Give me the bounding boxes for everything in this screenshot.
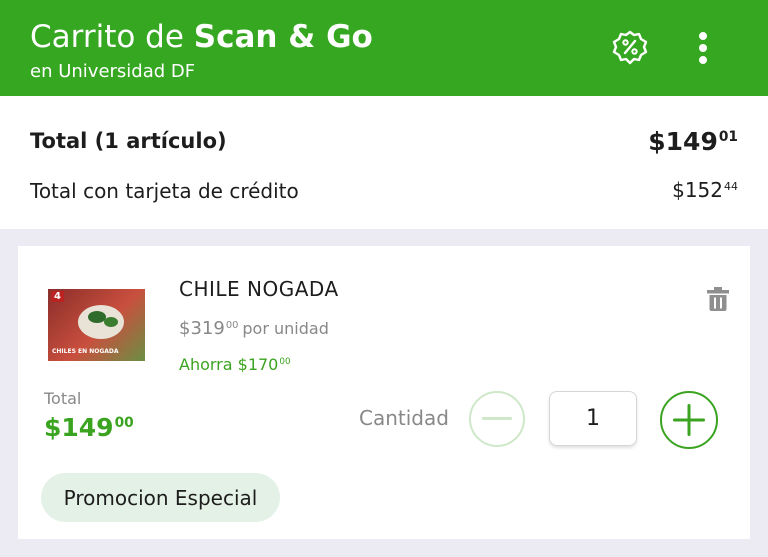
credit-total-label: Total con tarjeta de crédito bbox=[30, 179, 299, 203]
item-total-cents: 00 bbox=[114, 415, 134, 432]
credit-cents: 44 bbox=[724, 179, 738, 193]
unit-price: $31900 por unidad bbox=[179, 318, 329, 339]
total-label: Total (1 artículo) bbox=[30, 129, 227, 153]
total-amount: $149 bbox=[648, 127, 718, 156]
total-value: $14901 bbox=[648, 127, 738, 156]
item-total-value: $14900 bbox=[44, 413, 134, 442]
savings-text: Ahorra $17000 bbox=[179, 355, 291, 374]
price-amount: $319 bbox=[179, 318, 225, 339]
price-cents: 00 bbox=[225, 319, 239, 331]
item-total-amount: $149 bbox=[44, 413, 114, 442]
image-caption: CHILES EN NOGADA bbox=[52, 348, 119, 355]
credit-total-value: $15244 bbox=[672, 178, 738, 202]
decrease-quantity-button[interactable] bbox=[469, 391, 525, 447]
promotion-tag: Promocion Especial bbox=[41, 473, 280, 522]
app-header: Carrito de Scan & Go en Universidad DF bbox=[0, 0, 768, 96]
product-name: CHILE NOGADA bbox=[179, 277, 339, 301]
image-badge: 4 bbox=[51, 291, 64, 302]
quantity-label: Cantidad bbox=[359, 406, 449, 430]
pepper-shape bbox=[104, 317, 118, 327]
trash-icon[interactable] bbox=[706, 286, 730, 312]
increase-quantity-button[interactable] bbox=[660, 391, 718, 449]
savings-cents: 00 bbox=[279, 357, 291, 368]
more-vertical-icon[interactable] bbox=[683, 28, 723, 68]
scan-and-go-cart-screen: Carrito de Scan & Go en Universidad DF T… bbox=[0, 0, 768, 557]
title-plain: Carrito de bbox=[30, 19, 194, 55]
savings-amount: Ahorra $170 bbox=[179, 355, 279, 374]
credit-amount: $152 bbox=[672, 178, 723, 202]
store-subtitle: en Universidad DF bbox=[30, 61, 196, 82]
plus-icon bbox=[673, 404, 705, 436]
total-cents: 01 bbox=[718, 129, 738, 146]
item-total-label: Total bbox=[44, 389, 82, 408]
totals-panel: Total (1 artículo) $14901 Total con tarj… bbox=[0, 96, 768, 229]
title-bold: Scan & Go bbox=[193, 19, 373, 55]
product-image[interactable]: 4 CHILES EN NOGADA bbox=[48, 289, 145, 361]
discount-badge-icon[interactable] bbox=[610, 28, 650, 68]
page-title: Carrito de Scan & Go bbox=[30, 18, 373, 56]
price-unit: por unidad bbox=[242, 319, 329, 338]
cart-item-card: 4 CHILES EN NOGADA CHILE NOGADA $31900 po… bbox=[18, 246, 750, 539]
quantity-input[interactable]: 1 bbox=[549, 391, 637, 446]
minus-icon bbox=[482, 417, 512, 420]
